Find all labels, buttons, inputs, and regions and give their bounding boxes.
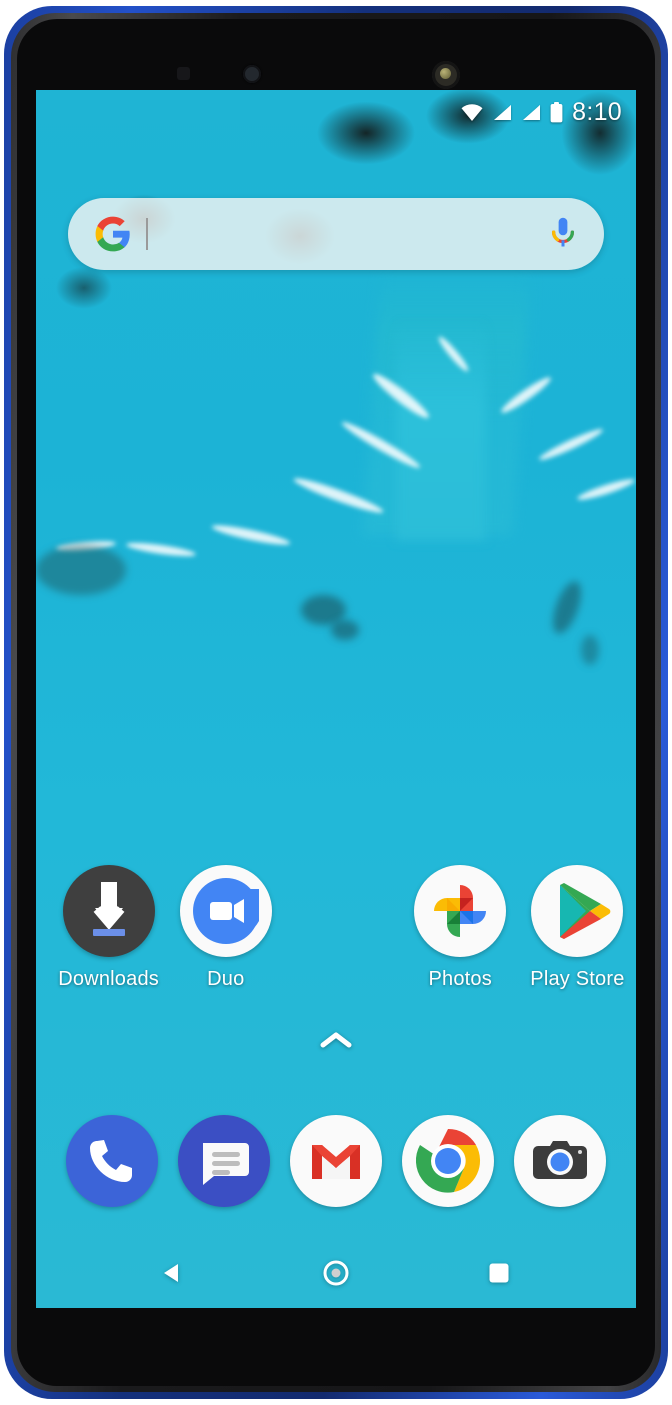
nav-home-button[interactable] bbox=[314, 1253, 358, 1297]
recents-square-icon bbox=[487, 1261, 511, 1290]
app-drawer-handle[interactable] bbox=[36, 1030, 636, 1055]
app-icon-photos[interactable]: Photos bbox=[402, 865, 519, 991]
chrome-icon bbox=[415, 1128, 481, 1193]
front-camera-icon bbox=[432, 61, 460, 89]
dock-item-messages[interactable] bbox=[178, 1115, 270, 1207]
wallpaper-submerged-rock bbox=[581, 635, 599, 665]
play-store-icon[interactable] bbox=[531, 865, 624, 957]
gmail-icon bbox=[312, 1145, 360, 1179]
proximity-camera-icon bbox=[243, 65, 261, 83]
phone-screen[interactable]: 8:10 Downloads Duo Photos Play Store bbox=[36, 90, 636, 1308]
chevron-up-icon[interactable] bbox=[319, 1030, 353, 1055]
google-search-bar[interactable] bbox=[68, 198, 604, 270]
wifi-icon bbox=[461, 103, 483, 121]
home-app-row: Downloads Duo Photos Play Store bbox=[36, 865, 636, 991]
google-g-icon bbox=[94, 215, 132, 253]
nav-recents-button[interactable] bbox=[477, 1253, 521, 1297]
dock-item-phone[interactable] bbox=[66, 1115, 158, 1207]
search-input-caret bbox=[146, 218, 148, 250]
app-icon-play-store[interactable]: Play Store bbox=[519, 865, 636, 991]
wallpaper-submerged-rock bbox=[36, 545, 126, 595]
battery-icon bbox=[550, 101, 563, 123]
wallpaper-channel-inner bbox=[396, 320, 486, 540]
messages-icon bbox=[203, 1143, 249, 1185]
app-icon-downloads[interactable]: Downloads bbox=[50, 865, 167, 991]
home-circle-icon bbox=[322, 1259, 350, 1292]
dock-item-gmail[interactable] bbox=[290, 1115, 382, 1207]
dock-item-chrome[interactable] bbox=[402, 1115, 494, 1207]
phone-icon bbox=[90, 1140, 132, 1182]
photos-icon[interactable] bbox=[414, 865, 507, 957]
wallpaper-submerged-rock bbox=[331, 620, 359, 640]
camera-icon bbox=[533, 1141, 587, 1179]
phone-device: 8:10 Downloads Duo Photos Play Store bbox=[0, 0, 672, 1405]
signal-sim1-icon bbox=[492, 104, 512, 121]
signal-sim2-icon bbox=[521, 104, 541, 121]
status-bar-time: 8:10 bbox=[572, 97, 622, 126]
back-triangle-icon bbox=[160, 1260, 186, 1291]
app-icon-duo[interactable]: Duo bbox=[167, 865, 284, 991]
status-bar[interactable]: 8:10 bbox=[36, 90, 636, 134]
microphone-icon[interactable] bbox=[548, 215, 578, 253]
ir-sensor-icon bbox=[177, 67, 190, 80]
dock bbox=[36, 1115, 636, 1207]
nav-back-button[interactable] bbox=[151, 1253, 195, 1297]
duo-icon[interactable] bbox=[179, 865, 272, 957]
app-label: Play Store bbox=[530, 968, 625, 990]
app-label: Photos bbox=[428, 968, 492, 990]
navigation-bar bbox=[36, 1242, 636, 1308]
app-label: Duo bbox=[207, 968, 245, 990]
app-label: Downloads bbox=[58, 968, 159, 990]
downloads-icon[interactable] bbox=[62, 865, 155, 957]
dock-item-camera[interactable] bbox=[514, 1115, 606, 1207]
